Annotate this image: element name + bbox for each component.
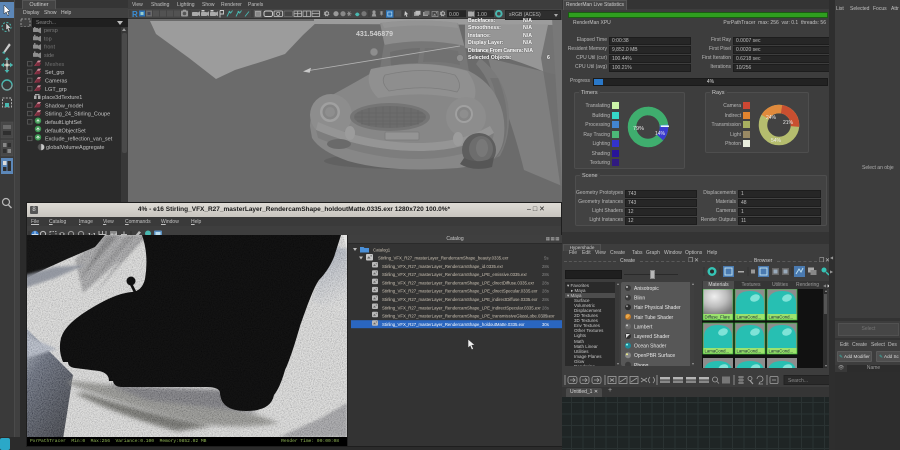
svg-text:Catalog1: Catalog1 <box>373 248 391 253</box>
svg-text:Ocean Shader: Ocean Shader <box>634 344 667 350</box>
svg-text:LamaCond...: LamaCond... <box>737 315 762 320</box>
svg-text:Hair Tube Shader: Hair Tube Shader <box>634 315 674 321</box>
svg-text:globalVolumeAggregate: globalVolumeAggregate <box>46 145 104 151</box>
svg-text:R: R <box>132 10 138 18</box>
svg-text:Stirling_VFX_R27_masterLayer_R: Stirling_VFX_R27_masterLayer_RendercamSh… <box>382 280 535 285</box>
svg-text:Cameras: Cameras <box>45 79 68 85</box>
svg-text:Stirling_VFX_R27_masterLayer_R: Stirling_VFX_R27_masterLayer_RendercamSh… <box>382 305 541 310</box>
svg-text:Meshes: Meshes <box>45 62 65 68</box>
svg-text:Stirling_VFX_R27_masterLayer_R: Stirling_VFX_R27_masterLayer_RendercamSh… <box>382 322 525 327</box>
svg-text:30s: 30s <box>542 322 549 327</box>
svg-text:5s: 5s <box>544 256 549 261</box>
svg-text:LamaCond...: LamaCond... <box>769 315 794 320</box>
svg-text:Stirling_VFX_R27_masterLayer_R: Stirling_VFX_R27_masterLayer_RendercamSh… <box>382 289 538 294</box>
svg-text:431.546879: 431.546879 <box>356 31 393 38</box>
svg-text:Exclude_reflection_van_set: Exclude_reflection_van_set <box>45 137 113 143</box>
svg-text:Stirling_VFX_R27_masterLayer_R: Stirling_VFX_R27_masterLayer_RendercamSh… <box>382 297 538 302</box>
svg-text:top: top <box>44 36 52 42</box>
svg-text:14%: 14% <box>655 131 666 137</box>
svg-text:front: front <box>44 45 55 51</box>
svg-text:28s: 28s <box>542 314 549 319</box>
svg-text:Blinn: Blinn <box>634 296 645 302</box>
svg-text:Lambert: Lambert <box>634 324 653 330</box>
svg-text:Stirling_VFX_R27_masterLayer_R: Stirling_VFX_R27_masterLayer_RendercamSh… <box>378 256 509 261</box>
svg-text:0.00: 0.00 <box>449 12 459 18</box>
svg-text:Stirling_VFX_R27_masterLayer_R: Stirling_VFX_R27_masterLayer_RendercamSh… <box>382 272 528 277</box>
svg-text:Stirling_VFX_R27_masterLayer_R: Stirling_VFX_R27_masterLayer_RendercamSh… <box>382 264 504 269</box>
svg-text:Set_grp: Set_grp <box>45 70 64 76</box>
svg-text:21%: 21% <box>783 120 794 126</box>
svg-text:Phong: Phong <box>634 363 649 366</box>
svg-text:28s: 28s <box>542 264 549 269</box>
svg-text:defaultObjectSet: defaultObjectSet <box>45 128 86 134</box>
svg-text:28s: 28s <box>542 297 549 302</box>
svg-text:Stirling_24_Stirling_Coupe: Stirling_24_Stirling_Coupe <box>45 112 110 118</box>
svg-text:Anisotropic: Anisotropic <box>634 286 659 292</box>
svg-text:54%: 54% <box>771 138 782 144</box>
svg-text:persp: persp <box>44 28 58 34</box>
svg-text:28s: 28s <box>542 289 549 294</box>
svg-text:Hair Physical Shader: Hair Physical Shader <box>634 305 681 311</box>
svg-text:LamaCond...: LamaCond... <box>705 349 730 354</box>
svg-text:28s: 28s <box>542 272 549 277</box>
svg-text:place3dTexture1: place3dTexture1 <box>42 95 82 101</box>
svg-text:28s: 28s <box>542 305 549 310</box>
svg-text:defaultLightSet: defaultLightSet <box>45 120 82 126</box>
svg-text:Search...: Search... <box>788 378 808 384</box>
svg-text:LamaCond...: LamaCond... <box>737 349 762 354</box>
svg-text:28s: 28s <box>542 280 549 285</box>
svg-text:24%: 24% <box>766 115 777 121</box>
svg-text:OpenPBR Surface: OpenPBR Surface <box>634 353 675 359</box>
svg-text:Shadow_model: Shadow_model <box>45 103 83 109</box>
svg-text:Stirling_VFX_R27_masterLayer_R: Stirling_VFX_R27_masterLayer_RendercamSh… <box>382 314 555 319</box>
svg-text:side: side <box>44 53 54 59</box>
svg-text:LGT_grp: LGT_grp <box>45 87 67 93</box>
svg-text:Layered Shader: Layered Shader <box>634 334 670 340</box>
svg-text:LamaCond...: LamaCond... <box>769 349 794 354</box>
svg-text:79%: 79% <box>633 126 644 132</box>
svg-text:Diffuse_Flare: Diffuse_Flare <box>705 315 731 320</box>
